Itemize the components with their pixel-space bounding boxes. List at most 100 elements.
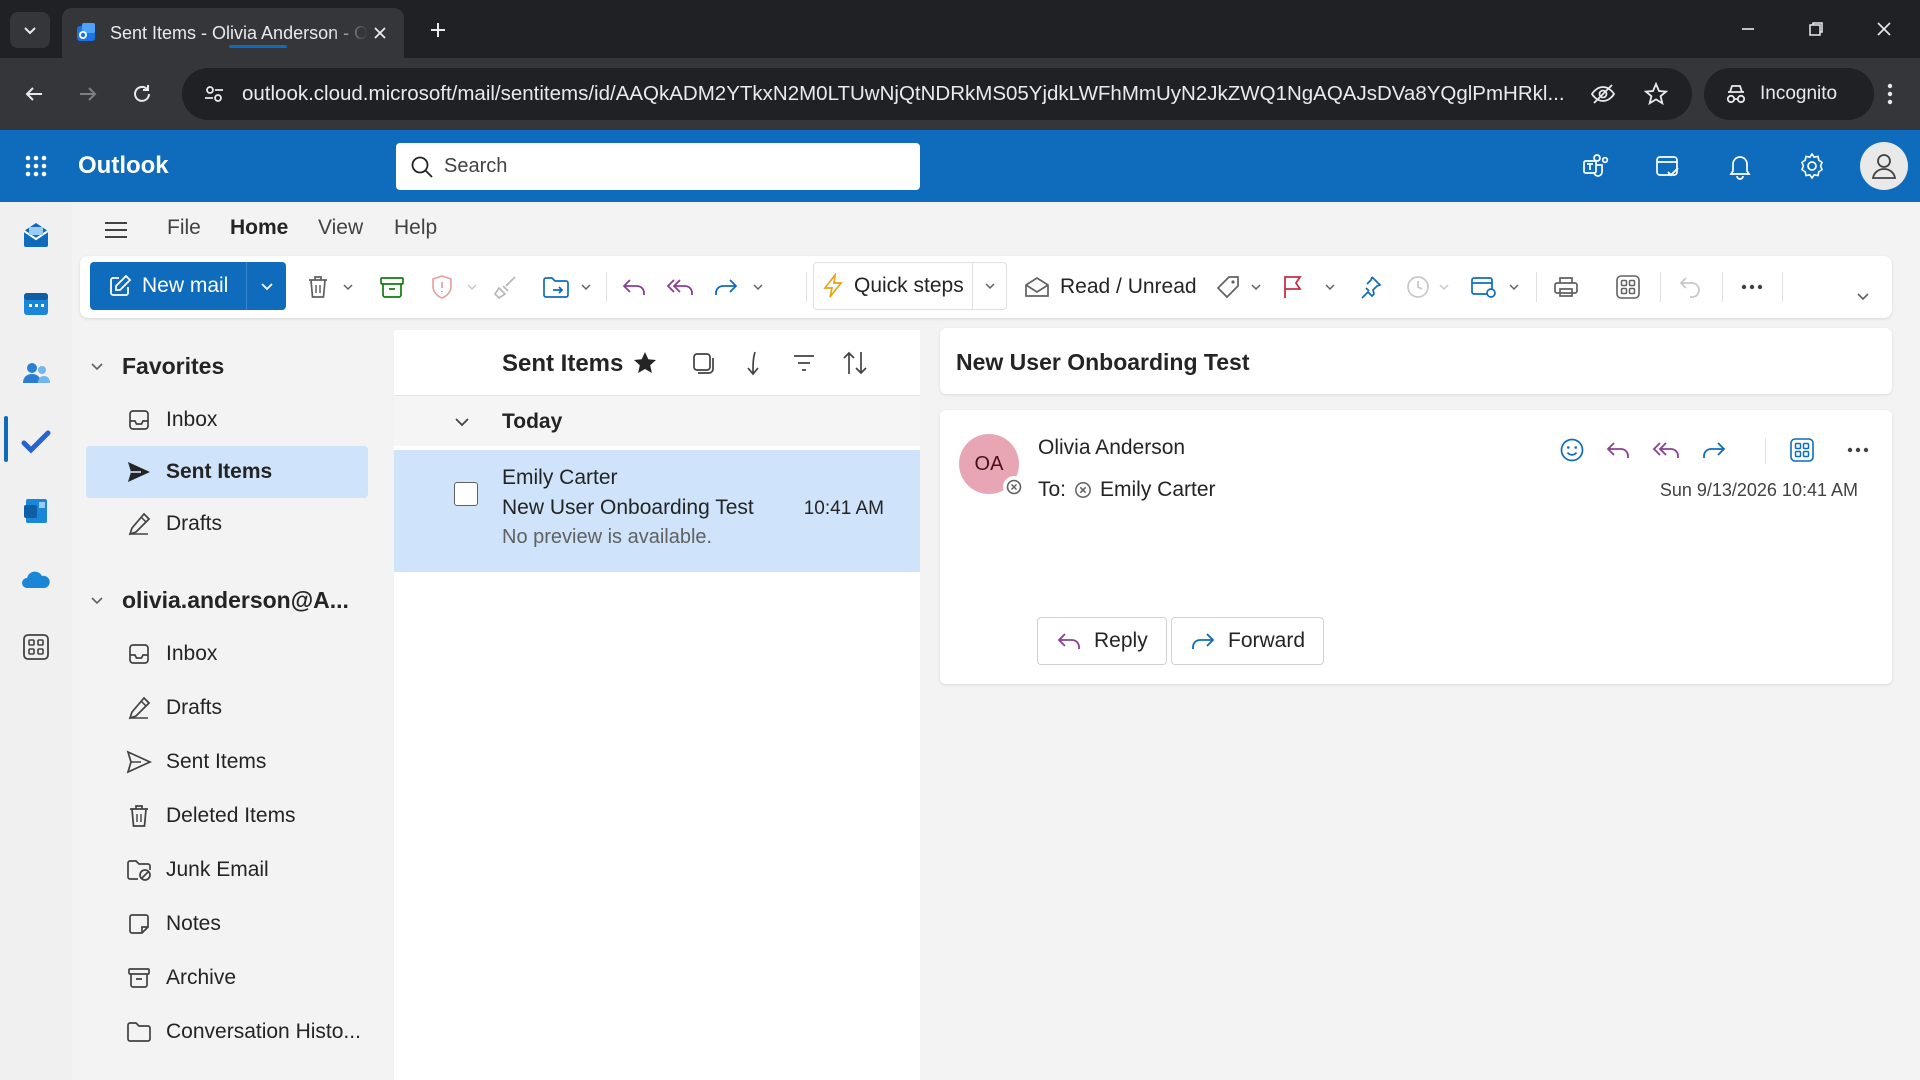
tracking-protection-icon[interactable] (1590, 68, 1616, 120)
report-button[interactable] (424, 267, 460, 307)
reply-action-button[interactable] (1600, 432, 1636, 468)
back-button[interactable] (16, 76, 52, 112)
list-item[interactable]: Emily Carter New User Onboarding Test No… (394, 450, 920, 572)
todo-app-button[interactable] (16, 422, 56, 462)
new-mail-button[interactable]: New mail (90, 262, 246, 310)
more-apps-button[interactable] (16, 627, 56, 667)
bookmark-star-icon[interactable] (1644, 68, 1668, 120)
restore-window-button[interactable] (1782, 0, 1850, 58)
favorite-sent-items[interactable]: Sent Items (86, 446, 368, 498)
account-header[interactable]: olivia.anderson@A... (90, 580, 349, 620)
snooze-dropdown[interactable] (1434, 267, 1454, 307)
notifications-button[interactable] (1720, 146, 1760, 186)
tab-view[interactable]: View (318, 216, 363, 240)
people-app-button[interactable] (16, 353, 56, 393)
reply-button[interactable]: Reply (1037, 617, 1167, 665)
teams-button[interactable] (1576, 146, 1616, 186)
onedrive-app-button[interactable] (16, 560, 56, 600)
more-actions-button[interactable] (1840, 432, 1876, 468)
apps-ribbon-button[interactable] (1610, 267, 1646, 307)
forward-button[interactable] (70, 76, 106, 112)
my-day-button[interactable] (1648, 146, 1688, 186)
incognito-indicator[interactable]: Incognito (1704, 68, 1874, 120)
message-checkbox[interactable] (454, 482, 478, 506)
reply-all-ribbon-button[interactable] (662, 267, 698, 307)
tab-search-button[interactable] (10, 12, 50, 48)
tab-file[interactable]: File (167, 216, 201, 240)
select-mode-button[interactable] (686, 346, 720, 380)
address-bar[interactable]: outlook.cloud.microsoft/mail/sentitems/i… (182, 68, 1692, 120)
folder-archive[interactable]: Archive (86, 952, 368, 1004)
outlook-brand[interactable]: Outlook (78, 152, 169, 180)
folder-conversation-history[interactable]: Conversation Histo... (86, 1006, 368, 1058)
forward-button[interactable]: Forward (1171, 617, 1325, 665)
favorite-drafts[interactable]: Drafts (86, 498, 368, 550)
forward-ribbon-button[interactable] (708, 267, 744, 307)
settings-button[interactable] (1792, 146, 1832, 186)
rules-button[interactable] (1466, 267, 1502, 307)
app-launcher-button[interactable] (16, 146, 56, 186)
categorize-button[interactable] (1210, 267, 1246, 307)
search-input[interactable] (444, 155, 904, 178)
mail-app-button[interactable] (16, 215, 56, 255)
close-tab-icon[interactable] (368, 21, 392, 45)
rules-dropdown[interactable] (1504, 267, 1524, 307)
folder-deleted-items[interactable]: Deleted Items (86, 790, 368, 842)
print-button[interactable] (1548, 267, 1584, 307)
pin-button[interactable] (1352, 267, 1388, 307)
sender-name[interactable]: Olivia Anderson (1038, 436, 1185, 460)
site-info-icon[interactable] (196, 76, 232, 112)
more-ribbon-options-button[interactable] (1734, 267, 1770, 307)
forward-action-button[interactable] (1696, 432, 1732, 468)
minimize-window-button[interactable] (1714, 0, 1782, 58)
new-tab-button[interactable] (424, 16, 452, 44)
flag-button[interactable] (1274, 267, 1310, 307)
account-avatar[interactable] (1860, 142, 1908, 190)
browser-menu-button[interactable] (1872, 76, 1908, 112)
search-box[interactable] (396, 143, 920, 190)
filter-button[interactable] (787, 346, 821, 380)
flag-dropdown[interactable] (1320, 267, 1340, 307)
folder-junk-email[interactable]: Junk Email (86, 844, 368, 896)
folder-inbox[interactable]: Inbox (86, 628, 368, 680)
move-to-dropdown[interactable] (576, 267, 596, 307)
browser-tab-active[interactable]: Sent Items - Olivia Anderson - Outlook (62, 8, 404, 58)
new-mail-dropdown[interactable] (247, 279, 286, 293)
reload-button[interactable] (124, 76, 160, 112)
react-button[interactable] (1554, 432, 1590, 468)
archive-button[interactable] (374, 267, 410, 307)
reply-ribbon-button[interactable] (616, 267, 652, 307)
snooze-button[interactable] (1400, 267, 1436, 307)
favorite-folder-button[interactable] (628, 346, 662, 380)
navigation-toggle-button[interactable] (98, 214, 134, 246)
favorites-header[interactable]: Favorites (90, 346, 224, 386)
close-window-button[interactable] (1850, 0, 1918, 58)
delete-dropdown[interactable] (338, 267, 358, 307)
tab-home[interactable]: Home (230, 216, 288, 240)
sort-button[interactable] (838, 346, 872, 380)
folder-notes[interactable]: Notes (86, 898, 368, 950)
expand-ribbon-button[interactable] (1848, 276, 1878, 316)
jump-to-button[interactable] (736, 346, 770, 380)
tab-help[interactable]: Help (394, 216, 437, 240)
folder-drafts[interactable]: Drafts (86, 682, 368, 734)
apps-action-button[interactable] (1784, 432, 1820, 468)
reply-all-action-button[interactable] (1648, 432, 1684, 468)
date-group-header[interactable]: Today (394, 396, 920, 446)
calendar-app-button[interactable] (16, 284, 56, 324)
select-all-icon (693, 353, 714, 374)
favorite-inbox[interactable]: Inbox (86, 394, 368, 446)
undo-button[interactable] (1672, 267, 1708, 307)
report-dropdown[interactable] (462, 267, 482, 307)
sweep-button[interactable] (488, 267, 524, 307)
folder-sent-items[interactable]: Sent Items (86, 736, 368, 788)
quick-steps-dropdown[interactable] (973, 263, 1006, 309)
recipient-name[interactable]: Emily Carter (1100, 478, 1216, 502)
respond-dropdown[interactable] (748, 267, 768, 307)
word-app-button[interactable] (16, 491, 56, 531)
categorize-dropdown[interactable] (1246, 267, 1266, 307)
read-unread-button[interactable]: Read / Unread (1024, 267, 1197, 307)
delete-button[interactable] (300, 267, 336, 307)
quick-steps-button[interactable]: Quick steps (814, 263, 972, 309)
move-to-button[interactable] (538, 267, 574, 307)
